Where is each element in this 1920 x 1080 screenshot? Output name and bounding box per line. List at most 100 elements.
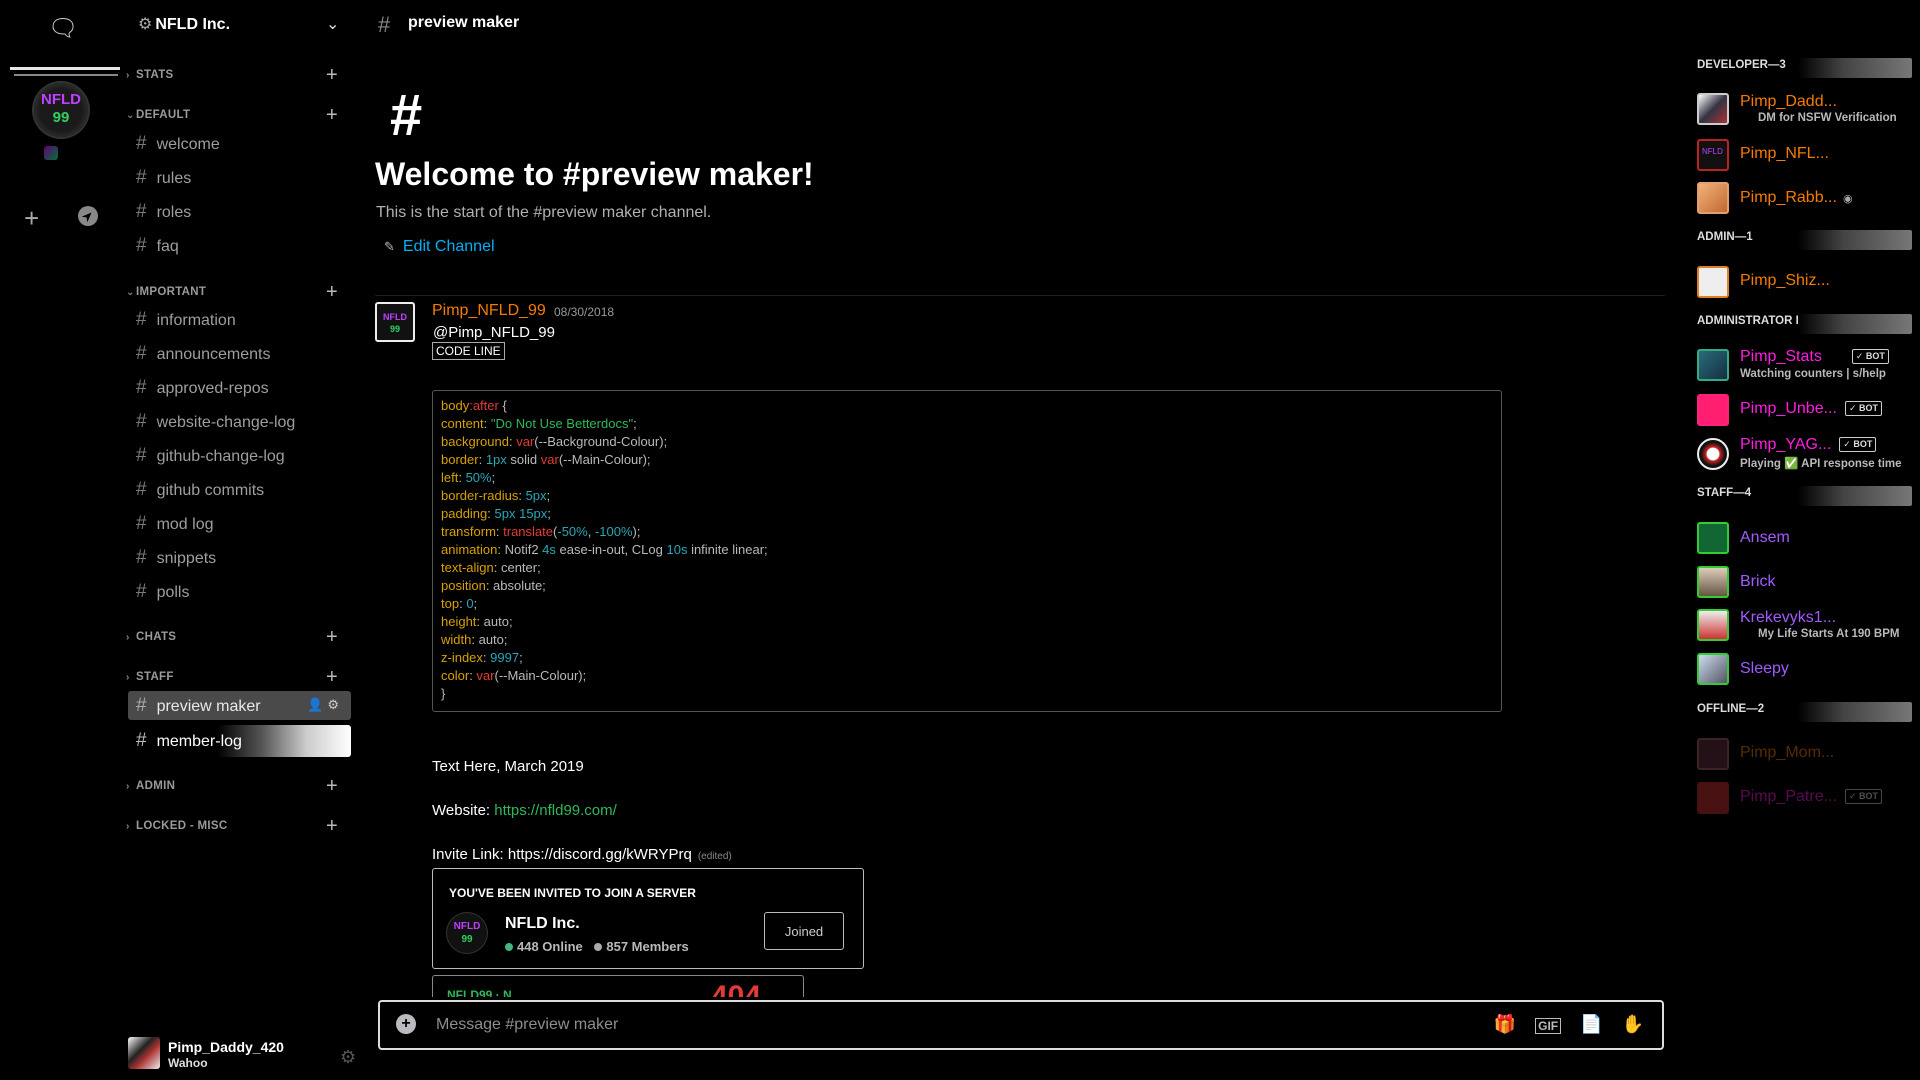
divider — [375, 295, 1665, 296]
avatar[interactable] — [1697, 782, 1729, 814]
emoji-icon[interactable]: ✋ — [1622, 1014, 1644, 1034]
channel-faq[interactable]: # faq — [136, 232, 179, 260]
avatar[interactable] — [1697, 349, 1729, 381]
gift-icon[interactable]: 🎁 — [1494, 1014, 1516, 1034]
hash-icon: # — [390, 83, 423, 148]
member-status: DM for NSFW Verification — [1758, 112, 1897, 124]
avatar[interactable] — [1697, 566, 1729, 598]
add-channel-icon[interactable]: + — [326, 282, 338, 302]
member-bot3[interactable]: Pimp_YAG... ✓ BOT — [1740, 436, 1877, 454]
channel-mod-log[interactable]: # mod log — [136, 510, 214, 538]
invite-stats: 448 Online 857 Members — [505, 939, 689, 954]
message-composer[interactable]: + Message #preview maker 🎁 GIF 📄 ✋ — [378, 1000, 1664, 1050]
avatar[interactable] — [1697, 394, 1729, 426]
gear-icon[interactable]: ⚙ — [340, 1047, 356, 1068]
message-author[interactable]: Pimp_NFLD_99 — [432, 302, 546, 320]
group-developer: DEVELOPER—3 — [1697, 59, 1786, 71]
member-bot1[interactable]: Pimp_Stats ✓ BOT — [1740, 348, 1889, 366]
plus-icon[interactable]: + — [24, 203, 39, 234]
website-link[interactable]: https://nfld99.com/ — [494, 802, 617, 819]
avatar[interactable] — [1697, 93, 1729, 125]
channel-snippets[interactable]: # snippets — [136, 544, 216, 572]
group-bar — [1798, 58, 1912, 78]
channel-github-commits[interactable]: # github commits — [136, 476, 264, 504]
add-channel-icon[interactable]: + — [326, 65, 338, 85]
gear-icon[interactable]: ⚙ — [327, 697, 343, 712]
avatar[interactable] — [128, 1037, 160, 1069]
member-staff4[interactable]: Sleepy — [1740, 660, 1789, 678]
invite-icon[interactable]: 👤 — [307, 697, 327, 712]
member-staff1[interactable]: Ansem — [1740, 529, 1790, 547]
channel-announcements[interactable]: # announcements — [136, 340, 270, 368]
plus-icon[interactable]: + — [396, 1014, 416, 1034]
invite-card: YOU'VE BEEN INVITED TO JOIN A SERVER NFL… — [432, 868, 864, 969]
member-staff2[interactable]: Brick — [1740, 573, 1776, 591]
member-off2[interactable]: Pimp_Patre... ✓ BOT — [1740, 788, 1882, 806]
user-name: Pimp_Daddy_420 — [168, 1039, 284, 1055]
add-channel-icon[interactable]: + — [326, 776, 338, 796]
avatar[interactable]: NFLD 99 — [447, 913, 487, 953]
avatar[interactable] — [1697, 182, 1729, 214]
member-dev2[interactable]: Pimp_NFL... — [1740, 145, 1829, 163]
member-off1[interactable]: Pimp_Mom... — [1740, 744, 1834, 762]
avatar[interactable] — [1697, 522, 1729, 554]
channel-member-log[interactable]: # member-log — [128, 725, 351, 757]
member-dev1[interactable]: Pimp_Dadd... — [1740, 93, 1837, 111]
rail-divider — [10, 67, 121, 70]
avatar[interactable] — [1697, 438, 1729, 470]
channel-roles[interactable]: # roles — [136, 198, 191, 226]
member-adm1[interactable]: Pimp_Shiz... — [1740, 272, 1830, 290]
category-important[interactable]: ⌄IMPORTANT — [126, 286, 206, 298]
group-bar — [1798, 486, 1912, 506]
server-icon-nfld[interactable]: NFLD 99 — [34, 83, 88, 137]
server-icon-small[interactable] — [44, 146, 58, 160]
message-input[interactable]: Message #preview maker — [436, 1016, 618, 1034]
channel-polls[interactable]: # polls — [136, 578, 189, 606]
message-timestamp: 08/30/2018 — [554, 305, 615, 319]
add-channel-icon[interactable]: + — [326, 816, 338, 836]
channel-approved-repos[interactable]: # approved-repos — [136, 374, 269, 402]
member-staff3[interactable]: Krekevyks1... — [1740, 609, 1836, 627]
channel-sidebar — [120, 0, 360, 1080]
category-locked-misc[interactable]: › LOCKED - MISC — [126, 820, 227, 832]
avatar[interactable] — [1697, 653, 1729, 685]
category-staff[interactable]: › STAFF — [126, 671, 174, 683]
group-bar — [1798, 702, 1912, 722]
group-bar — [1798, 230, 1912, 250]
category-default[interactable]: ⌄DEFAULT — [126, 109, 190, 121]
avatar[interactable] — [1697, 738, 1729, 770]
user-status: Wahoo — [168, 1056, 208, 1070]
add-channel-icon[interactable]: + — [326, 627, 338, 647]
group-staff: STAFF—4 — [1697, 487, 1752, 499]
server-name-header[interactable]: ⚙ NFLD Inc. — [138, 14, 230, 34]
category-stats[interactable]: › STATS — [126, 69, 174, 81]
chevron-down-icon[interactable]: ⌄ — [326, 14, 339, 34]
inline-code: CODE LINE — [432, 342, 505, 360]
member-dev3[interactable]: Pimp_Rabb... ◉ — [1740, 189, 1853, 207]
add-channel-icon[interactable]: + — [326, 667, 338, 687]
gif-icon[interactable]: GIF — [1535, 1018, 1562, 1034]
avatar[interactable]: NFLD 99 — [375, 302, 415, 342]
channel-website-change-log[interactable]: # website-change-log — [136, 408, 295, 436]
sticker-icon[interactable]: 📄 — [1580, 1014, 1602, 1034]
avatar[interactable] — [1697, 266, 1729, 298]
channel-preview-maker[interactable]: # preview maker 👤⚙ — [128, 691, 351, 720]
channel-github-change-log[interactable]: # github-change-log — [136, 442, 285, 470]
edit-channel-link[interactable]: ✎ Edit Channel — [384, 238, 495, 256]
add-channel-icon[interactable]: + — [326, 105, 338, 125]
group-bar — [1798, 314, 1912, 334]
mention[interactable]: @Pimp_NFLD_99 — [433, 324, 555, 341]
compass-icon[interactable] — [78, 206, 98, 226]
member-bot2[interactable]: Pimp_Unbe... ✓ BOT — [1740, 400, 1882, 418]
category-chats[interactable]: › CHATS — [126, 631, 176, 643]
member-status: Playing ✅ API response time — [1740, 458, 1902, 470]
avatar[interactable] — [1697, 609, 1729, 641]
chat-bubble-icon[interactable]: 🗨 — [48, 14, 78, 43]
joined-button[interactable]: Joined — [764, 912, 844, 950]
channel-information[interactable]: # information — [136, 306, 236, 334]
avatar[interactable]: NFLD — [1697, 139, 1729, 171]
category-admin[interactable]: › ADMIN — [126, 780, 175, 792]
hash-icon: # — [378, 12, 391, 37]
channel-welcome[interactable]: # welcome — [136, 130, 220, 158]
channel-rules[interactable]: # rules — [136, 164, 191, 192]
